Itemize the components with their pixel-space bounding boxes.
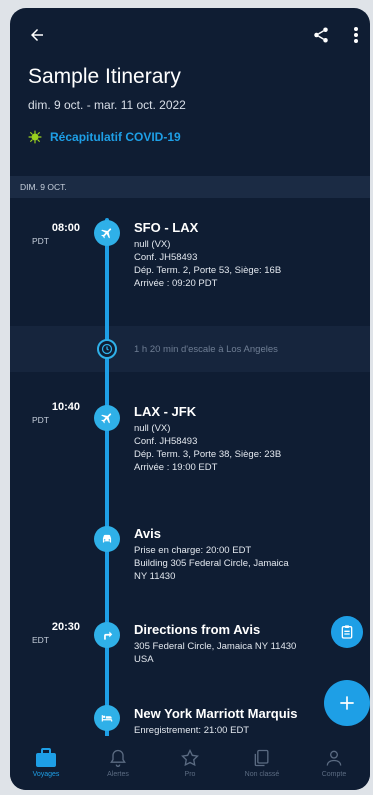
flight1-title: SFO - LAX: [134, 220, 199, 235]
flight2-line: null (VX): [134, 423, 171, 434]
bottom-navigation: Voyages Alertes Pro Non classé Compte: [10, 736, 370, 790]
suitcase-icon: [36, 748, 56, 767]
flight1-line: Dép. Term. 2, Porte 53, Siège: 16B: [134, 265, 282, 276]
flight1-time: 08:00: [51, 222, 80, 234]
directions-line: USA: [134, 654, 154, 665]
share-button[interactable]: [308, 22, 334, 48]
virus-icon: [28, 130, 42, 144]
directions-title: Directions from Avis: [134, 622, 261, 637]
flight2-line: Dép. Term. 3, Porte 38, Siège: 23B: [134, 449, 282, 460]
nav-tab-pro[interactable]: Pro: [154, 736, 226, 790]
hotel-node[interactable]: [94, 705, 120, 731]
directions-card[interactable]: Directions from Avis 305 Federal Circle,…: [134, 622, 359, 666]
flight2-title: LAX - JFK: [134, 404, 197, 419]
bed-icon: [101, 715, 113, 722]
flight1-line: null (VX): [134, 239, 171, 250]
share-icon: [314, 27, 328, 43]
flight1-line: Arrivée : 09:20 PDT: [134, 278, 218, 289]
flight2-node[interactable]: [94, 405, 120, 431]
airplane-icon: [101, 228, 112, 239]
layover-node: [97, 339, 117, 359]
clock-icon: [101, 343, 113, 355]
clipboard-icon: [341, 625, 353, 639]
top-app-bar: [10, 8, 370, 58]
car-title: Avis: [134, 526, 161, 541]
flight2-timezone: PDT: [32, 415, 49, 425]
flight2-line: Conf. JH58493: [134, 436, 198, 447]
person-icon: [326, 750, 342, 766]
flight2-time: 10:40: [51, 401, 80, 413]
flight2-line: Arrivée : 19:00 EDT: [134, 462, 218, 473]
flight2-card[interactable]: LAX - JFK null (VX) Conf. JH58493 Dép. T…: [134, 404, 359, 474]
directions-timezone: EDT: [32, 635, 49, 645]
trip-dates: dim. 9 oct. - mar. 11 oct. 2022: [28, 98, 186, 112]
airplane-icon: [101, 413, 112, 424]
timeline-line: [105, 218, 109, 758]
nav-label: Alertes: [107, 771, 129, 778]
layover-text: 1 h 20 min d'escale à Los Angeles: [134, 344, 278, 355]
nav-tab-unfiled[interactable]: Non classé: [226, 736, 298, 790]
covid-summary-link[interactable]: Récapitulatif COVID-19: [28, 130, 181, 144]
documents-icon: [254, 749, 269, 767]
documents-fab[interactable]: [331, 616, 363, 648]
nav-label: Compte: [321, 771, 347, 778]
nav-label: Non classé: [244, 771, 280, 778]
nav-tab-account[interactable]: Compte: [298, 736, 370, 790]
car-card[interactable]: Avis Prise en charge: 20:00 EDT Building…: [134, 526, 359, 583]
star-icon: [181, 748, 199, 767]
back-button[interactable]: [24, 22, 50, 48]
nav-tab-alerts[interactable]: Alertes: [82, 736, 154, 790]
arrow-left-icon: [31, 29, 43, 41]
directions-node[interactable]: [94, 622, 120, 648]
directions-icon: [104, 631, 113, 640]
phone-screen: Sample Itinerary dim. 9 oct. - mar. 11 o…: [10, 8, 370, 790]
day-section-header: DIM. 9 OCT.: [10, 176, 370, 198]
more-vertical-icon: [354, 27, 358, 43]
flight1-card[interactable]: SFO - LAX null (VX) Conf. JH58493 Dép. T…: [134, 220, 359, 290]
plus-icon: [340, 696, 354, 710]
flight1-timezone: PDT: [32, 236, 49, 246]
car-line: Prise en charge: 20:00 EDT: [134, 545, 252, 556]
nav-label: Voyages: [32, 771, 60, 778]
directions-time: 20:30: [51, 621, 80, 633]
car-line: Building 305 Federal Circle, Jamaica: [134, 558, 289, 569]
covid-summary-label: Récapitulatif COVID-19: [50, 130, 181, 144]
car-icon: [102, 534, 112, 543]
nav-label: Pro: [184, 771, 196, 778]
car-line: NY 11430: [134, 571, 176, 582]
nav-tab-trips[interactable]: Voyages: [10, 736, 82, 790]
directions-line: 305 Federal Circle, Jamaica NY 11430: [134, 641, 297, 652]
car-node[interactable]: [94, 526, 120, 552]
flight1-node[interactable]: [94, 220, 120, 246]
add-plan-fab[interactable]: [324, 680, 370, 726]
bell-icon: [110, 749, 126, 767]
flight1-line: Conf. JH58493: [134, 252, 198, 263]
trip-title: Sample Itinerary: [28, 65, 181, 88]
more-options-button[interactable]: [346, 22, 366, 48]
